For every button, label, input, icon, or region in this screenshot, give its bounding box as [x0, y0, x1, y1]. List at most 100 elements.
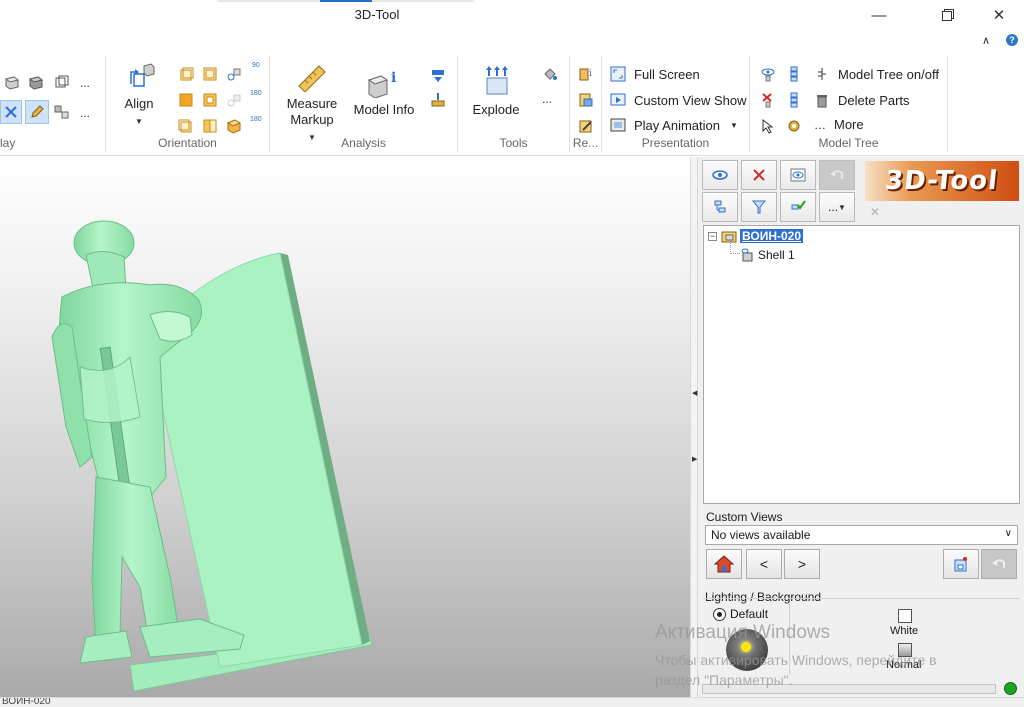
align-button[interactable]: Align ▼: [114, 62, 164, 130]
home-view-button[interactable]: [706, 549, 742, 579]
view-back-icon[interactable]: [202, 66, 218, 82]
next-view-button[interactable]: >: [784, 549, 820, 579]
collapse-left-icon[interactable]: ◀: [692, 389, 697, 397]
delete-parts-button[interactable]: Delete Parts: [814, 92, 910, 108]
group-label-model-tree: Model Tree: [818, 136, 879, 150]
rotate-180-button[interactable]: 180: [250, 90, 262, 97]
display-more-button-2[interactable]: ...: [80, 106, 90, 120]
show-eye-icon[interactable]: [760, 66, 776, 82]
tree-show-only-button[interactable]: [780, 160, 816, 190]
tree-child-label[interactable]: Shell 1: [758, 248, 795, 262]
tree-filter-button[interactable]: [741, 192, 777, 222]
tree-more-button[interactable]: ... ▼: [819, 192, 855, 222]
model-tree: − ВОИН-020 Shell 1: [703, 225, 1020, 504]
tree-structure-icon-2[interactable]: [786, 92, 802, 108]
measure-markup-button[interactable]: Measure Markup ▼: [282, 62, 342, 146]
settings-gear-icon[interactable]: [786, 118, 802, 134]
rotate-view-icon[interactable]: [226, 66, 242, 82]
section-tool-button[interactable]: [0, 100, 22, 124]
report-edit-icon[interactable]: [578, 118, 594, 134]
tree-show-button[interactable]: [702, 160, 738, 190]
full-screen-button[interactable]: Full Screen: [610, 66, 700, 82]
group-label-reports: Re...: [572, 136, 599, 150]
tree-expand-button[interactable]: [702, 192, 738, 222]
save-view-button[interactable]: [943, 549, 979, 579]
group-label-tools: Tools: [499, 136, 528, 150]
red-x-icon: [753, 169, 765, 181]
undo-view-button[interactable]: [981, 549, 1017, 579]
shaded-view-icon[interactable]: [28, 74, 44, 90]
lighting-default-radio[interactable]: Default: [713, 607, 768, 621]
ribbon-group-display: ... ... lay: [0, 56, 106, 152]
collapse-node-icon[interactable]: −: [708, 231, 717, 241]
custom-view-show-button[interactable]: Custom View Show: [610, 92, 746, 108]
compare-icon[interactable]: [430, 68, 446, 84]
prev-view-button[interactable]: <: [746, 549, 782, 579]
tree-structure-icon[interactable]: [786, 66, 802, 82]
status-bar: ВОИН-020: [0, 697, 1024, 707]
view-iso-icon[interactable]: [226, 118, 242, 134]
3d-viewport[interactable]: [0, 157, 690, 697]
tree-child-node[interactable]: Shell 1: [740, 248, 795, 262]
report-export-icon[interactable]: [578, 92, 594, 108]
report-info-icon[interactable]: i: [578, 66, 594, 82]
rotate-90-button[interactable]: 90: [252, 62, 260, 69]
view-top-icon[interactable]: [178, 92, 194, 108]
custom-views-select[interactable]: No views available ∨: [705, 525, 1018, 545]
model-info-button[interactable]: i Model Info: [350, 68, 418, 118]
explode-parts-icon[interactable]: [54, 104, 70, 120]
shell-part-icon: [741, 248, 753, 262]
explode-button[interactable]: Explode: [468, 66, 524, 118]
background-normal-label: Normal: [886, 659, 922, 671]
ribbon-group-analysis: Measure Markup ▼ i Model Info Analysis: [270, 56, 458, 152]
panel-splitter[interactable]: ◀ ▶: [690, 157, 698, 697]
slideshow-icon: [610, 93, 626, 106]
tree-select-button[interactable]: [780, 192, 816, 222]
light-source-icon[interactable]: [741, 642, 751, 652]
tree-root-node[interactable]: − ВОИН-020: [708, 229, 804, 243]
select-cursor-icon[interactable]: [760, 118, 776, 134]
group-label-analysis: Analysis: [341, 136, 386, 150]
progress-bar: [702, 684, 996, 694]
collapse-right-icon[interactable]: ▶: [692, 455, 697, 463]
model-info-icon: i: [367, 70, 396, 98]
display-more-button[interactable]: ...: [80, 76, 90, 90]
align-dropdown-icon: ▼: [135, 117, 143, 126]
view-right-icon[interactable]: [202, 118, 218, 134]
background-normal-swatch[interactable]: [898, 643, 912, 657]
ribbon-group-reports: i Re...: [570, 56, 602, 152]
view-left-icon[interactable]: [178, 118, 194, 134]
tree-expand-icon: [714, 200, 726, 213]
ribbon-collapse-icon[interactable]: ∧: [982, 34, 990, 47]
background-white-swatch[interactable]: [898, 609, 912, 623]
title-bar: 3D-Tool — ✕: [0, 0, 1024, 30]
close-button[interactable]: ✕: [976, 0, 1022, 30]
tree-undo-button[interactable]: [819, 160, 855, 190]
more-button[interactable]: … More: [814, 117, 864, 132]
wireframe-view-icon[interactable]: [54, 74, 70, 90]
play-animation-button[interactable]: Play Animation ▼: [610, 117, 738, 133]
ruler-icon: [298, 65, 326, 92]
full-screen-label: Full Screen: [634, 66, 700, 82]
view-front-icon[interactable]: [178, 66, 194, 82]
restore-button[interactable]: [925, 0, 971, 30]
flip-180-button[interactable]: 180: [250, 116, 262, 123]
pencil-tool-button[interactable]: [25, 100, 49, 124]
view-bottom-icon[interactable]: [202, 92, 218, 108]
distance-icon[interactable]: [430, 92, 446, 108]
light-direction-sphere[interactable]: [726, 629, 768, 671]
tree-root-label[interactable]: ВОИН-020: [740, 229, 804, 243]
help-icon[interactable]: ?: [1006, 34, 1018, 46]
minimize-button[interactable]: —: [856, 0, 902, 30]
tools-more-button[interactable]: ...: [542, 92, 552, 106]
rotate-view-disabled-icon[interactable]: [226, 92, 242, 108]
status-indicator: [1004, 682, 1017, 695]
hide-icon[interactable]: [760, 92, 776, 108]
lighting-divider: [789, 603, 790, 675]
close-logo-icon[interactable]: ✕: [870, 205, 880, 219]
box-view-icon[interactable]: [4, 74, 20, 90]
tree-hide-button[interactable]: [741, 160, 777, 190]
paint-bucket-icon[interactable]: [542, 66, 558, 82]
model-tree-toggle-button[interactable]: Model Tree on/off: [814, 66, 939, 82]
explode-label: Explode: [472, 102, 520, 117]
